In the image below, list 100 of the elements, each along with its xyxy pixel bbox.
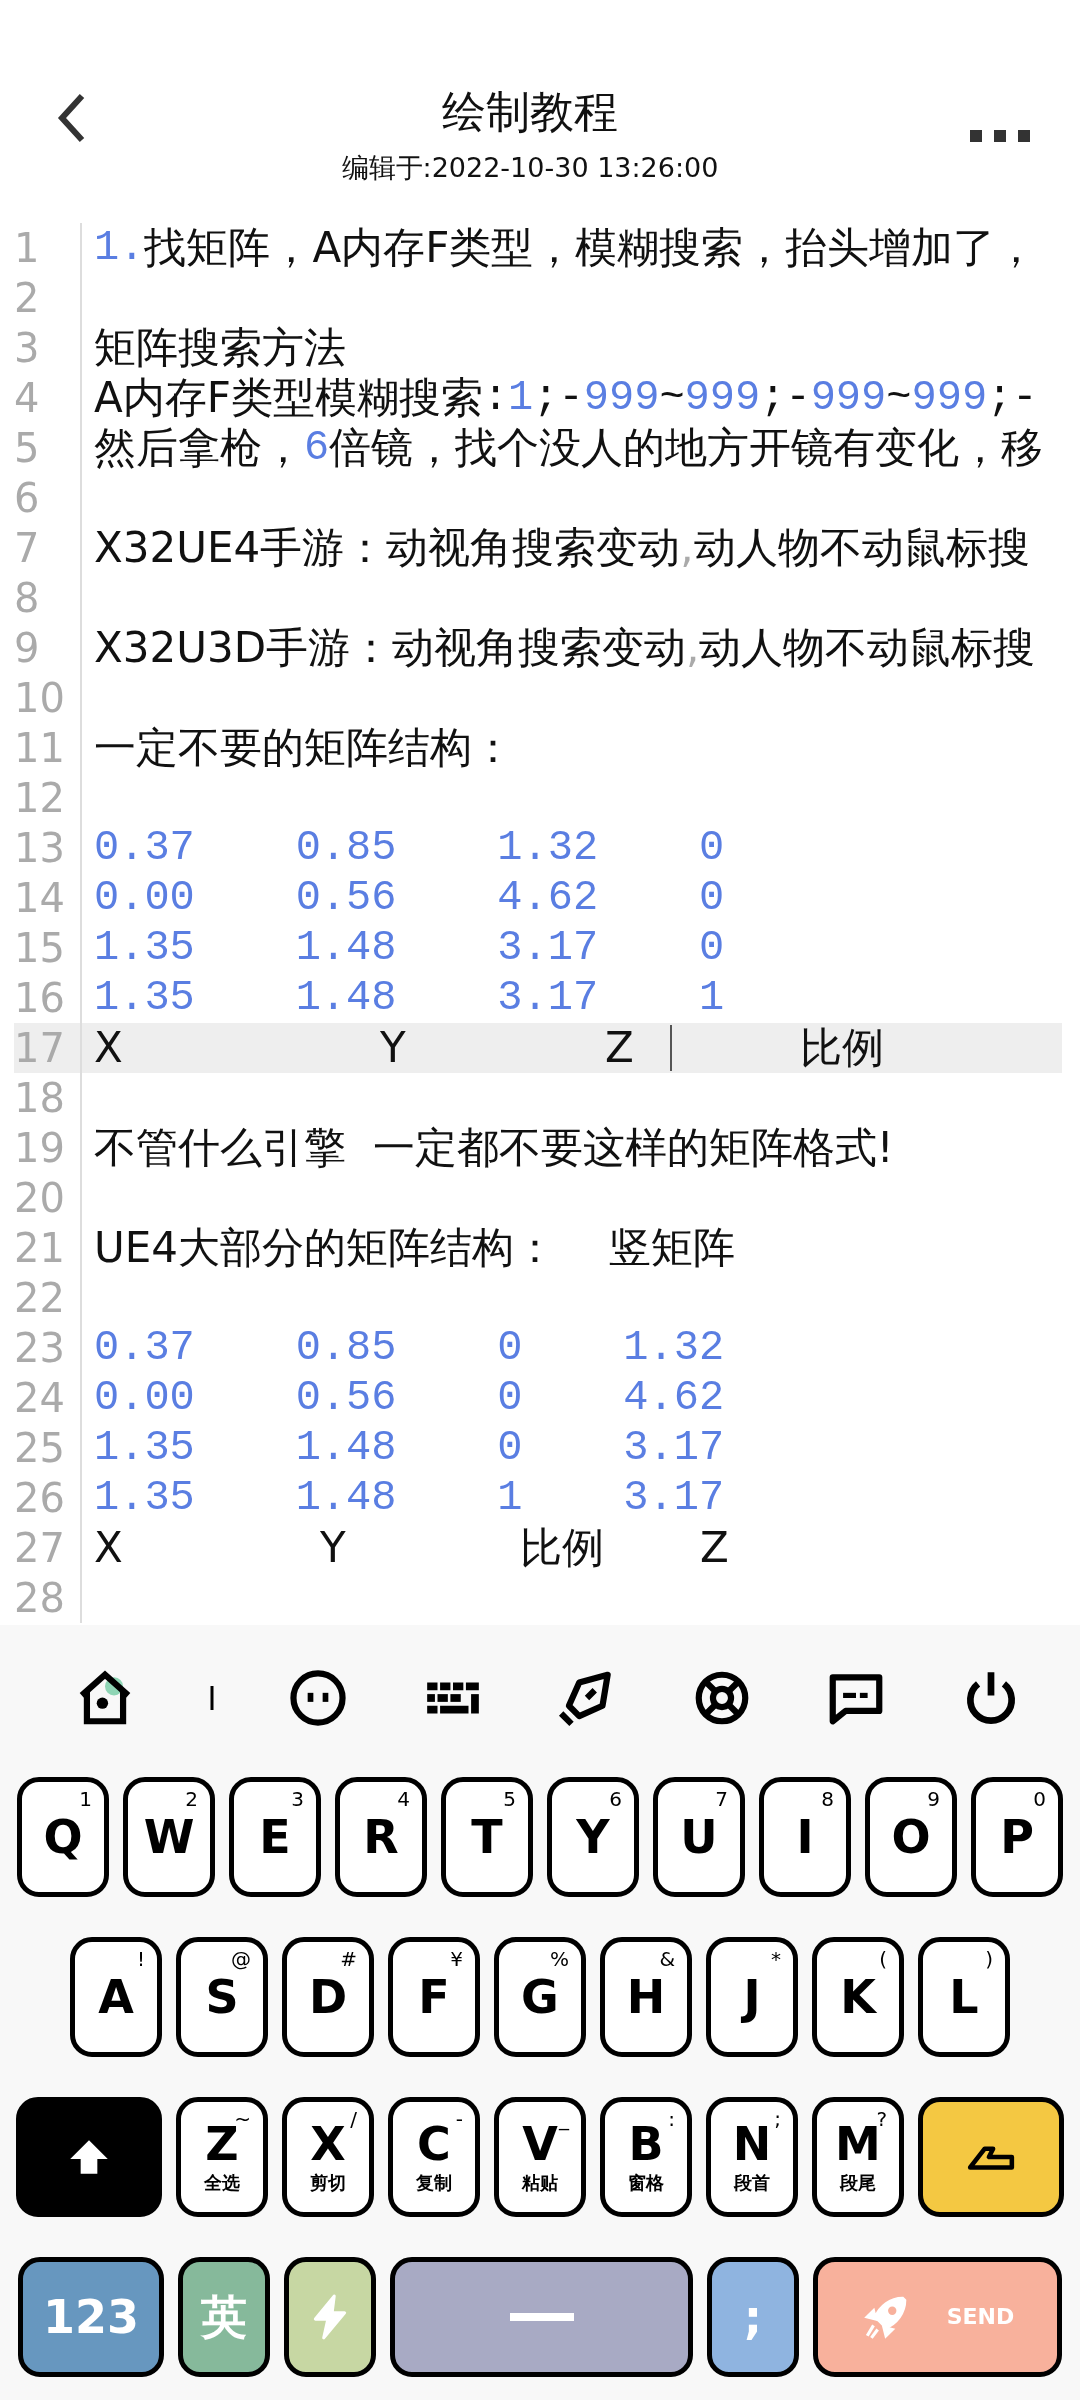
page-title: 绘制教程: [442, 85, 618, 139]
line-number: 25: [14, 1424, 66, 1473]
line-number: 8: [14, 574, 41, 623]
letter-key[interactable]: / X 剪切: [282, 2097, 374, 2217]
line-text: Z: [605, 1023, 634, 1073]
quick-key[interactable]: [284, 2257, 376, 2377]
line-text: Y: [320, 1523, 346, 1573]
letter-key[interactable]: 3 E: [229, 1777, 321, 1897]
letter-key[interactable]: ? M 段尾: [812, 2097, 904, 2217]
line-text: ;-: [533, 373, 584, 423]
letter-key[interactable]: 7 U: [653, 1777, 745, 1897]
letter-key[interactable]: 5 T: [441, 1777, 533, 1897]
text-cursor-icon: [208, 1686, 215, 1710]
line-number: 3: [14, 324, 41, 373]
line-text: ~: [659, 373, 685, 423]
line-text: 矩阵搜索方法: [94, 323, 346, 373]
letter-key[interactable]: 2 W: [123, 1777, 215, 1897]
line-text: 999: [810, 373, 887, 423]
line-number: 28: [14, 1574, 66, 1623]
line-text: X: [94, 1523, 123, 1573]
line-number: 17: [14, 1024, 66, 1073]
line-text: 0.00 0.56 0 4.62: [94, 1373, 725, 1423]
line-text: ;-: [987, 373, 1038, 423]
line-number: 23: [14, 1324, 66, 1373]
letter-key[interactable]: 8 I: [759, 1777, 851, 1897]
line-text: 倍镜，找个没人的地方开镜有变化，移: [329, 423, 1044, 473]
letter-key[interactable]: ( K: [812, 1937, 904, 2057]
line-text: 1: [508, 373, 534, 423]
line-text: 6: [304, 423, 330, 473]
letter-key[interactable]: ¥ F: [388, 1937, 480, 2057]
line-text: 999: [684, 373, 761, 423]
letter-key[interactable]: _ V 粘贴: [494, 2097, 586, 2217]
line-text: 0.00 0.56 4.62 0: [94, 873, 725, 923]
line-number: 9: [14, 624, 41, 673]
line-number: 2: [14, 274, 41, 323]
shift-key[interactable]: [16, 2097, 162, 2217]
line-text: 比例: [800, 1023, 884, 1073]
line-number: 5: [14, 424, 41, 473]
letter-key[interactable]: ) L: [918, 1937, 1010, 2057]
line-text: UE4大部分的矩阵结构： 竖矩阵: [94, 1223, 736, 1273]
line-text: Z: [700, 1523, 729, 1573]
letter-key[interactable]: % G: [494, 1937, 586, 2057]
line-number: 24: [14, 1374, 66, 1423]
letter-key[interactable]: : B 窗格: [600, 2097, 692, 2217]
line-text: ;-: [760, 373, 811, 423]
line-text: X32UE4手游：动视角搜索变动: [94, 523, 681, 573]
line-text: 0.37 0.85 1.32 0: [94, 823, 725, 873]
line-number: 27: [14, 1524, 66, 1573]
line-text: A内存F类型模糊搜索: [94, 373, 483, 423]
letter-key[interactable]: 0 P: [971, 1777, 1063, 1897]
line-text: 比例: [520, 1523, 604, 1573]
line-number: 22: [14, 1274, 66, 1323]
line-text: ,: [680, 523, 694, 573]
line-text: 1.35 1.48 1 3.17: [94, 1473, 725, 1523]
line-text: 1.35 1.48 3.17 1: [94, 973, 725, 1023]
line-text: 0.37 0.85 0 1.32: [94, 1323, 725, 1373]
line-number: 13: [14, 824, 66, 873]
line-text: 1.35 1.48 3.17 0: [94, 923, 725, 973]
line-text: 1.35 1.48 0 3.17: [94, 1423, 725, 1473]
line-text: 然后拿枪，: [94, 423, 304, 473]
line-text: 找矩阵，A内存F类型，模糊搜索，抬头增加了，: [144, 223, 1038, 273]
line-text: X: [94, 1023, 123, 1073]
line-number: 11: [14, 724, 66, 773]
line-number: 15: [14, 924, 66, 973]
line-text: 动人物不动鼠标搜: [699, 623, 1036, 673]
letter-key[interactable]: * J: [706, 1937, 798, 2057]
line-text: 动人物不动鼠标搜: [693, 523, 1030, 573]
letter-key[interactable]: 9 O: [865, 1777, 957, 1897]
line-text: Y: [380, 1023, 406, 1073]
letter-key[interactable]: ; N 段首: [706, 2097, 798, 2217]
line-text: ~: [886, 373, 912, 423]
letter-key[interactable]: ~ Z 全选: [176, 2097, 268, 2217]
line-text: 999: [583, 373, 660, 423]
space-bar-icon: [508, 2313, 575, 2321]
line-number: 14: [14, 874, 66, 923]
letter-key[interactable]: 4 R: [335, 1777, 427, 1897]
line-number: 21: [14, 1224, 66, 1273]
letter-key[interactable]: @ S: [176, 1937, 268, 2057]
line-text: :: [482, 373, 509, 423]
space-key[interactable]: [390, 2257, 693, 2377]
more-icon: [970, 130, 1030, 144]
edit-time: 编辑于:2022-10-30 13:26:00: [341, 151, 719, 185]
line-number: 7: [14, 524, 41, 573]
letter-key[interactable]: 1 Q: [17, 1777, 109, 1897]
line-text: 999: [911, 373, 988, 423]
letter-key[interactable]: - C 复制: [388, 2097, 480, 2217]
line-text: ,: [686, 623, 700, 673]
enter-key[interactable]: [918, 2097, 1064, 2217]
letter-key[interactable]: ! A: [70, 1937, 162, 2057]
line-number: 18: [14, 1074, 66, 1123]
line-text: 不管什么引擎 一定都不要这样的矩阵格式!: [94, 1123, 894, 1173]
letter-key[interactable]: 6 Y: [547, 1777, 639, 1897]
line-text: 一定不要的矩阵结构：: [94, 723, 514, 773]
line-text: X32U3D手游：动视角搜索变动: [94, 623, 687, 673]
letter-key[interactable]: # D: [282, 1937, 374, 2057]
letter-key[interactable]: & H: [600, 1937, 692, 2057]
line-number: 1: [14, 224, 41, 273]
line-number: 16: [14, 974, 66, 1023]
line-text: 1.: [94, 223, 145, 273]
line-number: 10: [14, 674, 66, 723]
